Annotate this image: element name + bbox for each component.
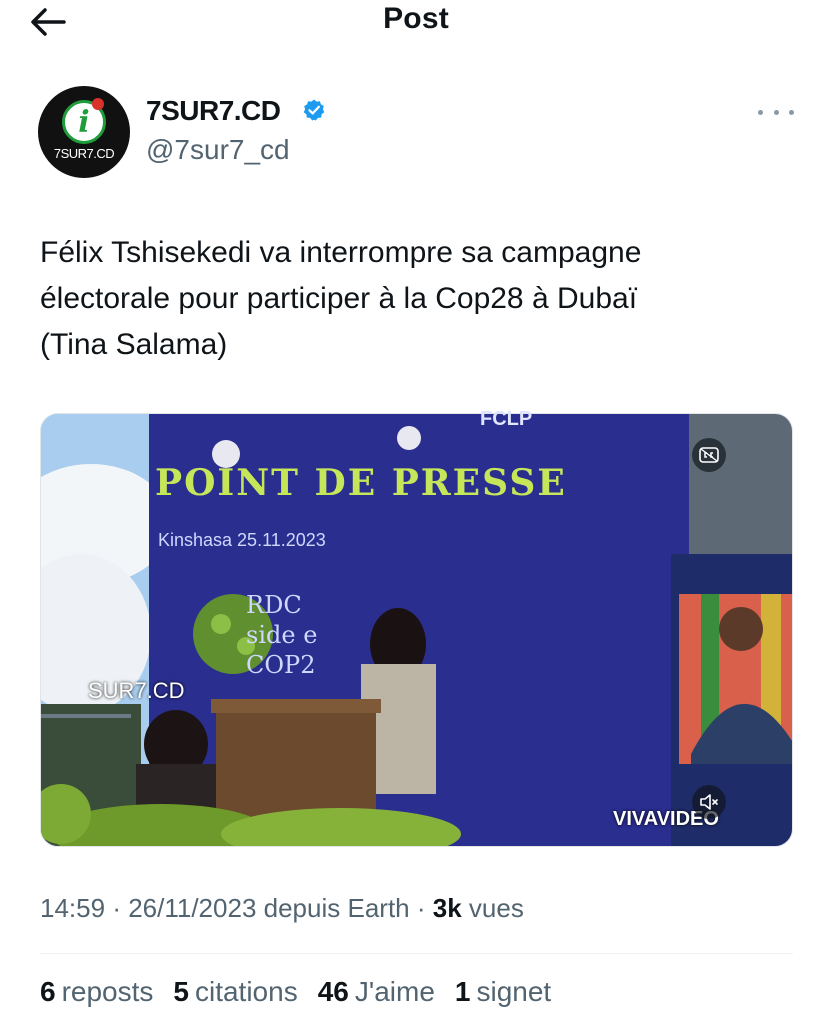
post-date[interactable]: 26/11/2023	[128, 893, 256, 923]
divider	[40, 953, 793, 954]
volume-muted-icon	[700, 794, 718, 810]
watermark-left: SUR7.CD	[88, 678, 185, 703]
separator: ·	[112, 893, 129, 923]
reposts-label: reposts	[61, 976, 154, 1007]
bookmarks-label: signet	[476, 976, 552, 1007]
banner-place: Kinshasa 25.11.2023	[158, 530, 326, 550]
logo-dot	[92, 98, 104, 110]
avatar-label: 7SUR7.CD	[53, 146, 115, 161]
more-options-button[interactable]	[758, 102, 794, 122]
likes-stat[interactable]: 46 J'aime	[318, 976, 435, 1008]
views-label: vues	[468, 893, 524, 923]
quotes-count: 5	[173, 976, 189, 1007]
verified-badge-icon	[303, 99, 325, 121]
author-handle[interactable]: @7sur7_cd	[146, 134, 290, 166]
post-metadata: 14:59 · 26/11/2023 depuis Earth · 3k vue…	[40, 893, 524, 924]
quotes-stat[interactable]: 5 citations	[173, 976, 297, 1008]
avatar[interactable]: i 7SUR7.CD	[38, 86, 130, 178]
views-count: 3k	[432, 893, 462, 923]
more-horizontal-icon	[773, 109, 779, 115]
closed-captions-icon	[699, 447, 719, 463]
mute-button[interactable]	[692, 785, 726, 819]
post-text: Félix Tshisekedi va interrompre sa campa…	[40, 236, 642, 361]
bookmarks-count: 1	[454, 976, 471, 1007]
author-name[interactable]: 7SUR7.CD	[146, 95, 281, 127]
likes-label: J'aime	[354, 976, 435, 1007]
separator: ·	[416, 893, 433, 923]
closed-captions-button[interactable]	[692, 438, 726, 472]
post-page: Post i 7SUR7.CD 7SUR7.CD @7sur7_cd Félix…	[0, 0, 832, 1024]
top-bar: Post	[0, 0, 832, 44]
page-title: Post	[383, 2, 449, 35]
post-source: depuis Earth	[263, 893, 410, 923]
engagement-stats: 6 reposts 5 citations 46 J'aime 1 signet	[40, 976, 551, 1008]
post-time[interactable]: 14:59	[40, 893, 105, 923]
bookmarks-stat[interactable]: 1 signet	[455, 976, 551, 1008]
reposts-count: 6	[40, 976, 56, 1007]
quotes-label: citations	[194, 976, 298, 1007]
banner-rdc-text: RDC side e COP2	[246, 591, 318, 679]
reposts-stat[interactable]: 6 reposts	[40, 976, 153, 1008]
more-horizontal-icon	[789, 109, 794, 115]
more-horizontal-icon	[758, 109, 763, 115]
banner-fclp-text: FCLP	[480, 408, 533, 430]
banner-title: POINT DE PRESSE	[155, 462, 567, 504]
likes-count: 46	[317, 976, 349, 1007]
